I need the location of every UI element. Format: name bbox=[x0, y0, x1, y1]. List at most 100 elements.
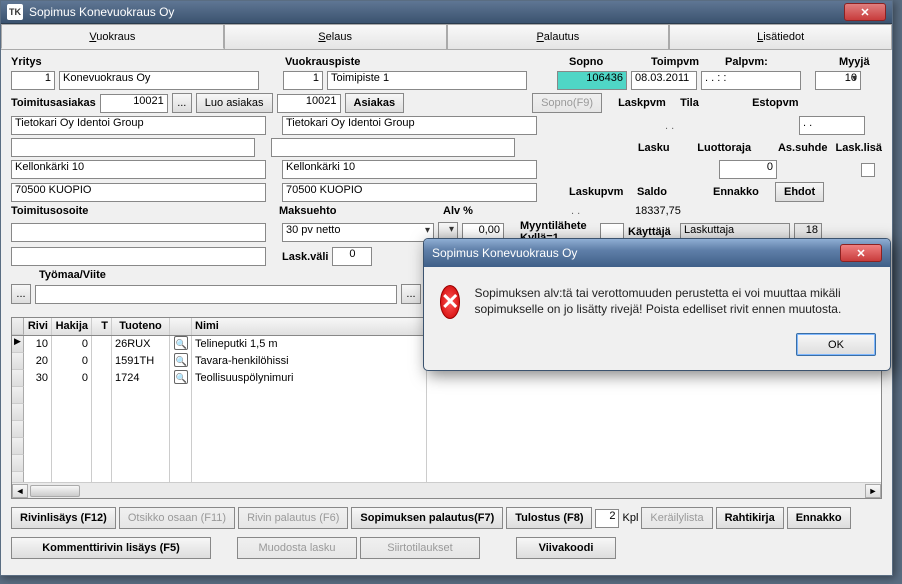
search-icon[interactable] bbox=[174, 353, 188, 367]
addr1-field[interactable]: Kellonkärki 10 bbox=[11, 160, 266, 179]
col-rivi[interactable]: Rivi bbox=[24, 318, 52, 335]
dialog-title: Sopimus Konevuokraus Oy bbox=[432, 246, 840, 260]
label-vuokrauspiste: Vuokrauspiste bbox=[285, 56, 565, 68]
label-toimpvm: Toimpvm bbox=[651, 56, 721, 68]
label-myyja: Myyjä bbox=[839, 56, 870, 68]
lask-vali-field[interactable]: 0 bbox=[332, 247, 372, 266]
window-title: Sopimus Konevuokraus Oy bbox=[29, 5, 844, 19]
city2-field[interactable]: 70500 KUOPIO bbox=[282, 183, 537, 202]
label-tyomaa-viite: Työmaa/Viite bbox=[39, 269, 106, 281]
label-palpvm: Palpvm: bbox=[725, 56, 835, 68]
label-tila: Tila bbox=[680, 97, 748, 109]
table-row[interactable] bbox=[12, 421, 881, 438]
asiakas-button[interactable]: Asiakas bbox=[345, 93, 405, 113]
tab-selaus[interactable]: Selaus bbox=[224, 24, 447, 49]
luo-asiakas-button[interactable]: Luo asiakas bbox=[196, 93, 273, 113]
vuokrauspiste-no-field[interactable]: 1 bbox=[283, 71, 323, 90]
company1-line2[interactable] bbox=[11, 138, 255, 157]
table-row[interactable] bbox=[12, 455, 881, 472]
table-row[interactable] bbox=[12, 387, 881, 404]
label-saldo: Saldo bbox=[637, 186, 709, 198]
label-kpl: Kpl bbox=[622, 512, 638, 524]
kommenttirivin-button[interactable]: Kommenttirivin lisäys (F5) bbox=[11, 537, 211, 559]
col-tuoteno[interactable]: Tuoteno bbox=[112, 318, 170, 335]
label-maksuehto: Maksuehto bbox=[279, 205, 439, 217]
company2-line2[interactable] bbox=[271, 138, 515, 157]
col-hakija[interactable]: Hakija bbox=[52, 318, 92, 335]
close-button[interactable]: ✕ bbox=[844, 3, 886, 21]
grid-hscroll[interactable]: ◄ ► bbox=[12, 482, 881, 498]
tyomaa-viite-field[interactable] bbox=[35, 285, 397, 304]
myyja-select[interactable]: 10 bbox=[815, 71, 861, 90]
tab-palautus[interactable]: Palautus bbox=[447, 24, 670, 49]
label-lask-vali: Lask.väli bbox=[282, 251, 328, 263]
table-row[interactable]: 3001724Teollisuuspölynimuri bbox=[12, 370, 881, 387]
yritys-no-field[interactable]: 1 bbox=[11, 71, 55, 90]
scroll-right-icon[interactable]: ► bbox=[865, 484, 881, 498]
estopvm-field[interactable]: . . bbox=[799, 116, 865, 135]
tab-vuokraus[interactable]: Vuokraus bbox=[1, 24, 224, 49]
sopno-f9-button[interactable]: Sopno(F9) bbox=[532, 93, 602, 113]
viivakoodi-button[interactable]: Viivakoodi bbox=[516, 537, 616, 559]
titlebar[interactable]: TK Sopimus Konevuokraus Oy ✕ bbox=[1, 1, 892, 24]
palpvm-field[interactable]: . . : : bbox=[701, 71, 801, 90]
toimitusosoite2-field[interactable] bbox=[11, 247, 266, 266]
col-t[interactable]: T bbox=[92, 318, 112, 335]
table-row[interactable] bbox=[12, 438, 881, 455]
dialog-close-button[interactable]: ✕ bbox=[840, 244, 882, 262]
dialog-titlebar[interactable]: Sopimus Konevuokraus Oy ✕ bbox=[424, 239, 890, 267]
tyomaa-lookup-button[interactable]: ... bbox=[11, 284, 31, 304]
tab-lisatiedot[interactable]: Lisätiedot bbox=[669, 24, 892, 49]
label-estopvm: Estopvm bbox=[752, 97, 798, 109]
label-kayttaja: Käyttäjä bbox=[628, 226, 676, 238]
muodosta-lasku-button[interactable]: Muodosta lasku bbox=[237, 537, 357, 559]
vuokrauspiste-name-field[interactable]: Toimipiste 1 bbox=[327, 71, 527, 90]
col-nimi[interactable]: Nimi bbox=[192, 318, 427, 335]
addr2-field[interactable]: Kellonkärki 10 bbox=[282, 160, 537, 179]
label-lask-lisa: Lask.lisä bbox=[836, 142, 882, 154]
sopimuksen-palautus-button[interactable]: Sopimuksen palautus(F7) bbox=[351, 507, 503, 529]
app-logo-icon: TK bbox=[7, 4, 23, 20]
otsikko-osaan-button[interactable]: Otsikko osaan (F11) bbox=[119, 507, 235, 529]
lookup-button-1[interactable]: ... bbox=[172, 93, 192, 113]
kerailylista-button[interactable]: Keräilylista bbox=[641, 507, 712, 529]
dialog-ok-button[interactable]: OK bbox=[796, 333, 876, 356]
luottoraja-field[interactable]: 0 bbox=[719, 160, 777, 179]
scroll-thumb[interactable] bbox=[30, 485, 80, 497]
laskupvm-field: . . bbox=[571, 205, 631, 217]
rivinlisays-button[interactable]: Rivinlisäys (F12) bbox=[11, 507, 116, 529]
dialog-message: Sopimuksen alv:tä tai verottomuuden peru… bbox=[474, 285, 874, 317]
main-tabs: Vuokraus Selaus Palautus Lisätiedot bbox=[1, 24, 892, 50]
asiakas-no-field[interactable]: 10021 bbox=[277, 94, 341, 113]
error-dialog: Sopimus Konevuokraus Oy ✕ ✕ Sopimuksen a… bbox=[423, 238, 891, 371]
rahtikirja-button[interactable]: Rahtikirja bbox=[716, 507, 784, 529]
sopno-field[interactable]: 106436 bbox=[557, 71, 627, 90]
laskpvm-field: . . bbox=[665, 120, 723, 132]
maksuehto-select[interactable]: 30 pv netto bbox=[282, 223, 434, 242]
company2-field[interactable]: Tietokari Oy Identoi Group bbox=[282, 116, 537, 135]
tulostus-button[interactable]: Tulostus (F8) bbox=[506, 507, 592, 529]
scroll-left-icon[interactable]: ◄ bbox=[12, 484, 28, 498]
lask-lisa-checkbox[interactable] bbox=[861, 163, 875, 177]
tyomaa-lookup-button-2[interactable]: ... bbox=[401, 284, 421, 304]
label-as-suhde: As.suhde bbox=[778, 142, 832, 154]
search-icon[interactable] bbox=[174, 336, 188, 350]
label-sopno: Sopno bbox=[569, 56, 647, 68]
toimitusosoite-field[interactable] bbox=[11, 223, 266, 242]
rivin-palautus-button[interactable]: Rivin palautus (F6) bbox=[238, 507, 348, 529]
city1-field[interactable]: 70500 KUOPIO bbox=[11, 183, 266, 202]
siirtotilaukset-button[interactable]: Siirtotilaukset bbox=[360, 537, 480, 559]
toimpvm-field[interactable]: 08.03.2011 bbox=[631, 71, 697, 90]
label-toimitusosoite: Toimitusosoite bbox=[11, 205, 275, 217]
table-row[interactable] bbox=[12, 404, 881, 421]
label-luottoraja: Luottoraja bbox=[697, 142, 752, 154]
label-ennakko: Ennakko bbox=[713, 186, 771, 198]
kpl-field[interactable]: 2 bbox=[595, 509, 619, 528]
company1-field[interactable]: Tietokari Oy Identoi Group bbox=[11, 116, 266, 135]
toimitusasiakas-no-field[interactable]: 10021 bbox=[100, 94, 168, 113]
ehdot-button[interactable]: Ehdot bbox=[775, 182, 824, 202]
search-icon[interactable] bbox=[174, 370, 188, 384]
label-laskpvm: Laskpvm bbox=[618, 97, 676, 109]
yritys-name-field[interactable]: Konevuokraus Oy bbox=[59, 71, 259, 90]
ennakko-button[interactable]: Ennakko bbox=[787, 507, 851, 529]
